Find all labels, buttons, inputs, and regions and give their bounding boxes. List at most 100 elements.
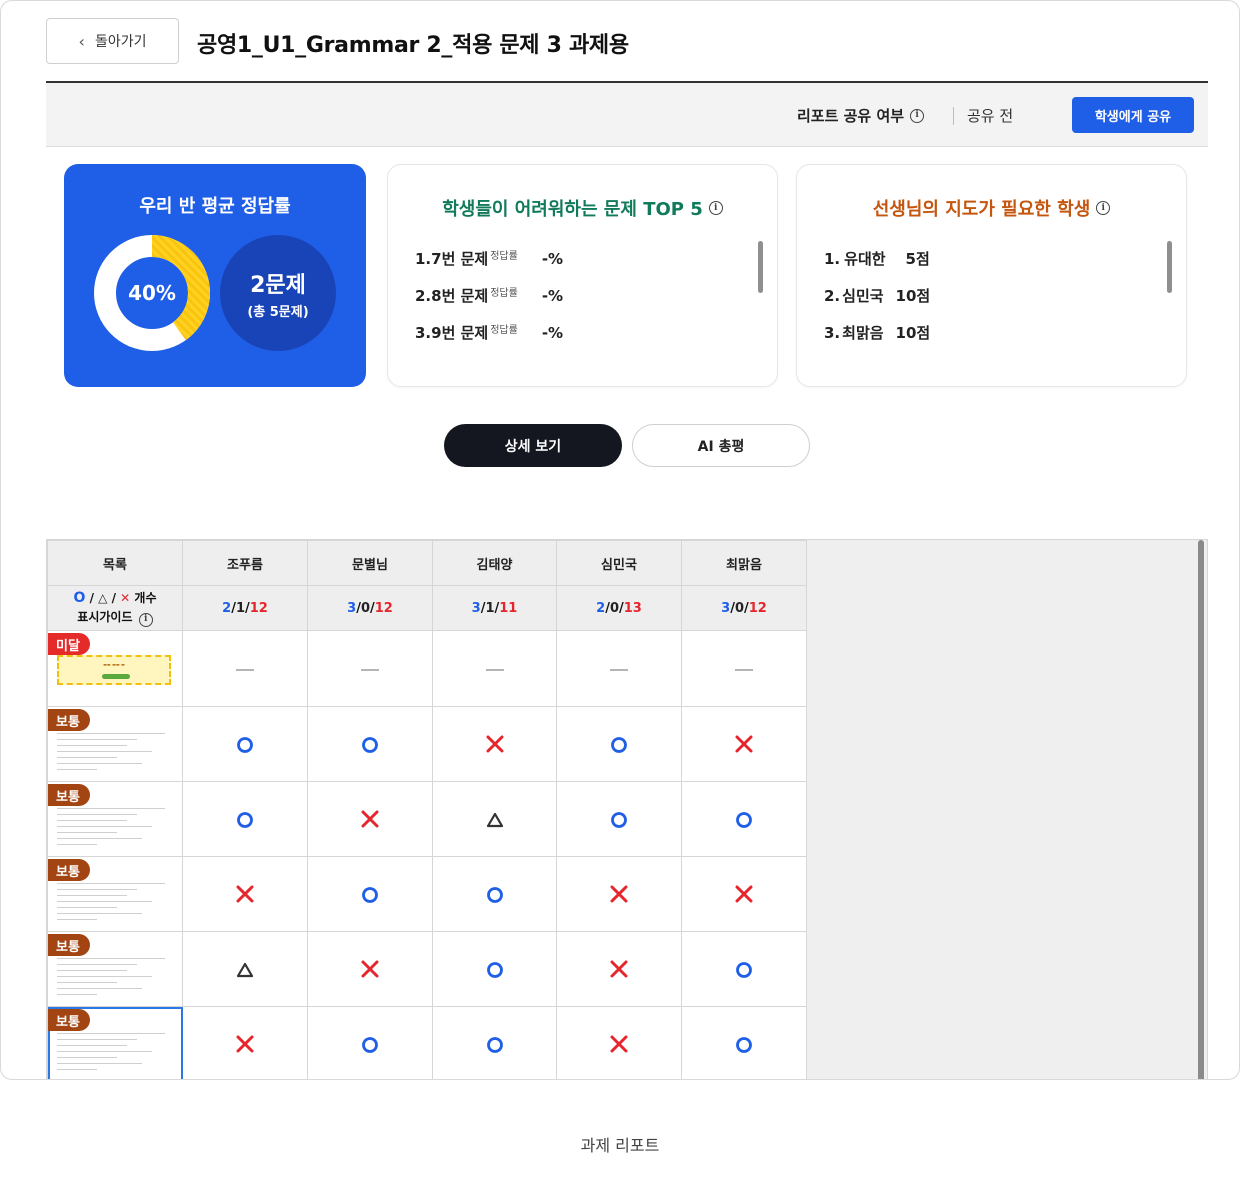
back-label: 돌아가기	[94, 34, 147, 50]
question-label: 1.7번 문제	[415, 250, 489, 268]
report-frame: ‹ 돌아가기 공영1_U1_Grammar 2_적용 문제 3 과제용 리포트 …	[0, 0, 1240, 1080]
thumbnail-line	[57, 919, 97, 920]
question-thumbnail	[57, 875, 175, 925]
result-cell	[681, 781, 807, 857]
cross-mark-icon	[610, 885, 628, 903]
triangle-icon: △	[98, 591, 108, 606]
level-badge: 보통	[48, 934, 90, 956]
result-cell	[432, 1006, 557, 1079]
results-table-wrap: 목록 조푸름 문별님 김태양 심민국 최맑음 O / △ / ✕ 개수 표시가이…	[46, 539, 1208, 1079]
question-thumbnail	[57, 950, 175, 1000]
cross-count: 12	[748, 600, 767, 616]
share-to-students-button[interactable]: 학생에게 공유	[1072, 97, 1194, 133]
circle-count: 3	[721, 600, 731, 616]
back-button[interactable]: ‹ 돌아가기	[46, 18, 179, 64]
result-cell	[182, 781, 308, 857]
students-list: 1. 유대한 5점 2. 심민국 10점 3. 최맑음 10점	[824, 240, 930, 351]
thumbnail-line	[57, 751, 152, 752]
column-header-student[interactable]: 최맑음	[681, 540, 807, 586]
student-score: 5점	[905, 250, 930, 268]
question-cell[interactable]: 보통	[47, 781, 183, 857]
list-item[interactable]: 1.7번 문제 정답률 -%	[415, 240, 563, 277]
cross-mark-icon	[236, 885, 254, 903]
thumbnail-line	[57, 844, 97, 845]
separator: /	[89, 591, 94, 606]
cross-count: 11	[499, 600, 518, 616]
result-cell	[681, 931, 807, 1007]
thumbnail-button	[102, 674, 130, 679]
column-header-student[interactable]: 김태양	[432, 540, 557, 586]
column-header-student[interactable]: 심민국	[556, 540, 682, 586]
cross-count: 12	[374, 600, 393, 616]
chevron-left-icon: ‹	[78, 31, 85, 51]
student-rank: 3.	[824, 323, 841, 342]
cross-mark-icon	[361, 960, 379, 978]
question-cell[interactable]: 보통	[47, 931, 183, 1007]
question-cell[interactable]: 미달 ▬▬ ▬▬ ▬	[47, 630, 183, 707]
list-item[interactable]: 2. 심민국 10점	[824, 277, 930, 314]
thumbnail-line	[57, 739, 137, 740]
cross-mark-icon	[735, 735, 753, 753]
triangle-count: 0	[734, 600, 744, 616]
circle-mark-icon	[237, 736, 253, 753]
student-name: 최맑음	[842, 324, 884, 342]
question-label: 3.9번 문제	[415, 324, 489, 342]
column-header-student[interactable]: 문별님	[307, 540, 433, 586]
thumbnail-line	[57, 820, 127, 821]
triangle-count: 0	[609, 600, 619, 616]
list-item[interactable]: 2.8번 문제 정답률 -%	[415, 277, 563, 314]
difficult-questions-title-text: 학생들이 어려워하는 문제 TOP 5	[442, 199, 703, 220]
legend-guide-cell: O / △ / ✕ 개수 표시가이드 i	[47, 585, 183, 631]
list-item[interactable]: 1. 유대한 5점	[824, 240, 930, 277]
info-icon[interactable]: i	[708, 201, 723, 215]
student-name: 심민국	[842, 287, 884, 305]
cross-count: 13	[623, 600, 642, 616]
thumbnail-title-bar: ▬▬ ▬▬ ▬	[103, 662, 125, 667]
thumbnail-line	[57, 1069, 97, 1070]
thumbnail-line	[57, 808, 165, 809]
dash-mark-icon	[236, 668, 254, 671]
triangle-count: 0	[360, 600, 370, 616]
info-icon[interactable]: i	[1096, 201, 1111, 215]
info-icon[interactable]: i	[138, 612, 153, 627]
class-average-title: 우리 반 평균 정답률	[139, 196, 291, 217]
circle-mark-icon	[611, 811, 627, 828]
circle-mark-icon	[486, 1036, 503, 1053]
circle-mark-icon	[486, 961, 503, 978]
thumbnail-line	[57, 982, 117, 983]
correct-rate-label: 40%	[128, 281, 176, 305]
students-need-guidance-card: 선생님의 지도가 필요한 학생 i 1. 유대한 5점 2. 심민국 10점 3…	[796, 164, 1187, 387]
result-cell	[432, 630, 557, 707]
correct-count-circle: 2문제 (총 5문제)	[220, 235, 336, 351]
question-cell[interactable]: 보통	[47, 706, 183, 782]
summary-cell: 3/1/11	[432, 585, 557, 631]
thumbnail-line	[57, 1045, 127, 1046]
info-icon[interactable]: i	[910, 108, 925, 123]
scrollbar[interactable]	[1167, 241, 1172, 293]
result-cell	[182, 931, 308, 1007]
separator: /	[111, 591, 116, 606]
triangle-count: 1	[485, 600, 495, 616]
table-scrollbar[interactable]	[1198, 540, 1204, 1079]
students-need-guidance-title-text: 선생님의 지도가 필요한 학생	[872, 199, 1091, 220]
list-item[interactable]: 3. 최맑음 10점	[824, 314, 930, 351]
circle-mark-icon	[736, 1036, 752, 1053]
result-cell	[182, 706, 308, 782]
question-cell[interactable]: 보통	[47, 1006, 183, 1079]
thumbnail-line	[57, 757, 117, 758]
student-name: 유대한	[844, 250, 886, 268]
total-count: (총 5문제)	[247, 304, 309, 320]
tab-detail-view[interactable]: 상세 보기	[444, 424, 622, 467]
list-item[interactable]: 3.9번 문제 정답률 -%	[415, 314, 563, 351]
column-header-student[interactable]: 조푸름	[182, 540, 308, 586]
tab-ai-review[interactable]: AI 총평	[632, 424, 810, 467]
question-cell[interactable]: 보통	[47, 856, 183, 932]
results-table: 목록 조푸름 문별님 김태양 심민국 최맑음 O / △ / ✕ 개수 표시가이…	[47, 540, 807, 1079]
circle-count: 3	[347, 600, 357, 616]
thumbnail-line	[57, 745, 127, 746]
cross-mark-icon	[236, 1035, 254, 1053]
thumbnail-line	[57, 994, 97, 995]
thumbnail-line	[57, 958, 165, 959]
scrollbar[interactable]	[758, 241, 763, 293]
result-cell	[307, 931, 433, 1007]
